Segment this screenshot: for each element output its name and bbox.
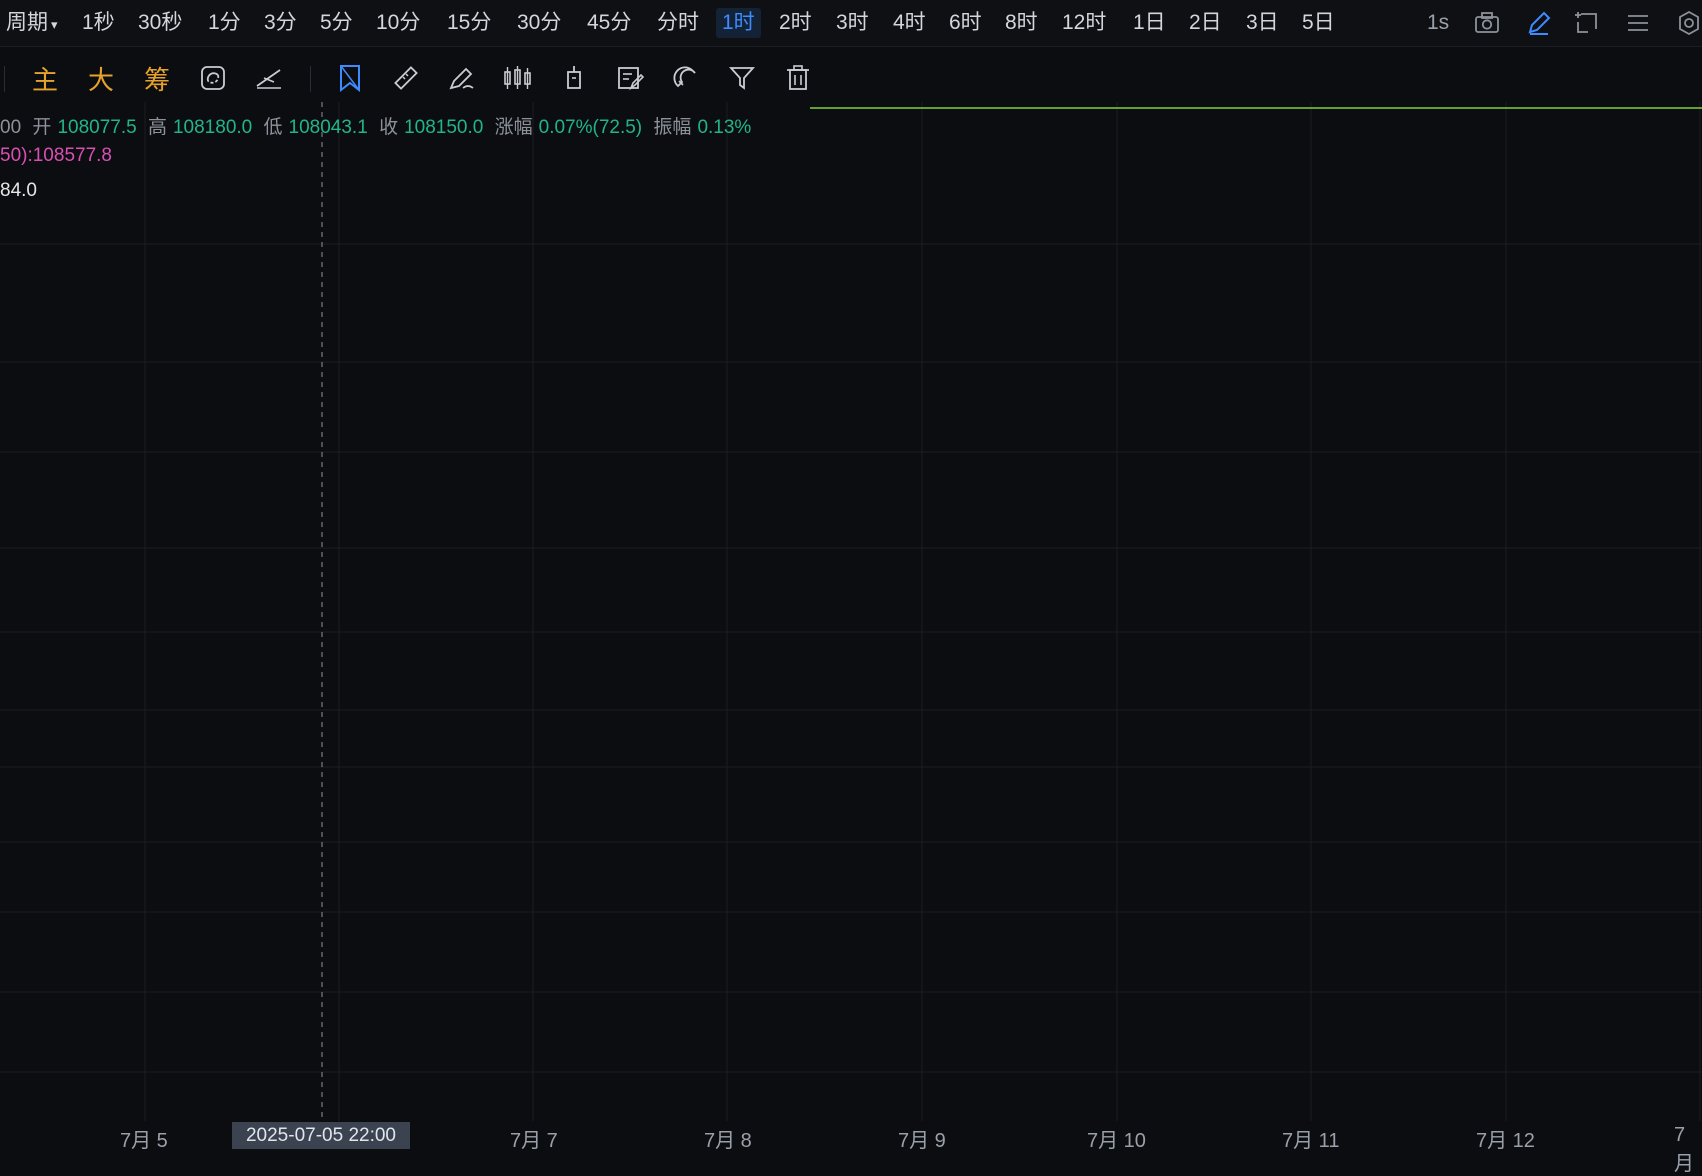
- brush-icon[interactable]: [444, 60, 480, 96]
- period-tab-11[interactable]: 1时: [716, 8, 761, 38]
- crosshair-time-tag: 2025-07-05 22:00: [232, 1122, 410, 1149]
- period-tab-label: 3分: [264, 11, 297, 34]
- gear-icon[interactable]: [1676, 10, 1702, 40]
- period-tab-label: 1秒: [82, 11, 115, 34]
- big-order-button[interactable]: 大: [83, 60, 119, 96]
- period-tab-3[interactable]: 1分: [202, 8, 247, 38]
- change-label: 涨幅: [494, 117, 533, 138]
- close-value: 108150.0: [404, 117, 484, 138]
- cycle-tool-icon[interactable]: [195, 60, 231, 96]
- period-tab-19[interactable]: 2日: [1183, 8, 1228, 38]
- period-tab-label: 8时: [1005, 11, 1038, 34]
- period-tab-label: 2日: [1189, 11, 1222, 34]
- low-label: 低: [263, 117, 283, 138]
- filter-icon[interactable]: [724, 60, 760, 96]
- period-tab-18[interactable]: 1日: [1127, 8, 1172, 38]
- open-label: 开: [32, 117, 52, 138]
- period-tab-17[interactable]: 12时: [1056, 8, 1112, 38]
- chip-distribution-button[interactable]: 筹: [139, 60, 175, 96]
- period-tab-label: 45分: [587, 11, 632, 34]
- period-tab-1[interactable]: 1秒: [76, 8, 121, 38]
- period-tab-label: 10分: [376, 11, 421, 34]
- period-tab-label: 15分: [447, 11, 492, 34]
- candle-type-icon[interactable]: [500, 60, 536, 96]
- toolbar-divider: [4, 66, 5, 92]
- period-tab-12[interactable]: 2时: [773, 8, 818, 38]
- period-tab-9[interactable]: 45分: [581, 8, 637, 38]
- period-tab-label: 5日: [1302, 11, 1335, 34]
- period-tab-16[interactable]: 8时: [999, 8, 1044, 38]
- period-tab-label: 1时: [722, 11, 755, 34]
- ohlc-info-line: 00 开 108077.5 高 108180.0 低 108043.1 收 108150…: [0, 112, 757, 139]
- period-tab-20[interactable]: 3日: [1240, 8, 1285, 38]
- period-tab-label: 30分: [517, 11, 562, 34]
- period-tab-label: 12时: [1062, 11, 1107, 34]
- x-axis-label: 7月: [1674, 1124, 1694, 1175]
- period-tab-4[interactable]: 3分: [258, 8, 303, 38]
- ruler-icon[interactable]: [388, 60, 424, 96]
- magnet-icon[interactable]: [668, 60, 704, 96]
- period-tab-6[interactable]: 10分: [370, 8, 426, 38]
- list-settings-icon[interactable]: [1626, 12, 1650, 42]
- period-tab-15[interactable]: 6时: [943, 8, 988, 38]
- high-value: 108180.0: [172, 117, 253, 138]
- notes-edit-icon[interactable]: [612, 60, 648, 96]
- period-tab-10[interactable]: 分时: [651, 8, 705, 38]
- camera-icon[interactable]: [1474, 12, 1500, 42]
- main-indicator-button[interactable]: 主: [27, 60, 63, 96]
- period-tab-21[interactable]: 5日: [1296, 8, 1341, 38]
- period-tab-13[interactable]: 3时: [830, 8, 875, 38]
- magnet-draw-icon[interactable]: [332, 60, 368, 96]
- toolbar-divider: [310, 66, 311, 92]
- change-value: 0.07%(72.5): [538, 117, 643, 138]
- period-tab-label: 3日: [1246, 11, 1279, 34]
- amplitude-label: 振幅: [653, 117, 692, 138]
- period-tab-label: 6时: [949, 11, 982, 34]
- trend-tool-icon[interactable]: [251, 60, 287, 96]
- chevron-down-icon: ▾: [51, 17, 58, 32]
- period-tab-5[interactable]: 5分: [314, 8, 359, 38]
- ma-readout-slow: 84.0: [0, 180, 37, 201]
- period-tab-2[interactable]: 30秒: [132, 8, 188, 38]
- period-tab-label: 1分: [208, 11, 241, 34]
- drawing-toolbar: 主 大 筹: [0, 56, 1702, 102]
- candlestick-chart[interactable]: 110111.3109070.1108271.4106685.5105635.2: [0, 102, 1702, 1121]
- period-tab-7[interactable]: 15分: [441, 8, 497, 38]
- period-tab-label: 3时: [836, 11, 869, 34]
- close-label: 收: [379, 117, 399, 138]
- period-tab-label: 1日: [1133, 11, 1166, 34]
- period-tab-8[interactable]: 30分: [511, 8, 567, 38]
- low-value: 108043.1: [288, 117, 368, 138]
- amplitude-value: 0.13%: [697, 117, 752, 138]
- info-prefix: 00: [0, 117, 22, 138]
- period-tab-label: 分时: [657, 11, 699, 34]
- trash-icon[interactable]: [780, 60, 816, 96]
- period-tab-label: 周期: [6, 11, 48, 34]
- period-tab-14[interactable]: 4时: [887, 8, 932, 38]
- period-tab-label: 5分: [320, 11, 353, 34]
- period-bar: 周期 ▾ 1秒 30秒 1分 3分 5分 10分 15分 30分 45分 分时 1时 2时 3时 4时 6时 8时…: [0, 0, 1702, 47]
- period-tab-0[interactable]: 周期 ▾: [0, 8, 64, 38]
- period-tab-label: 4时: [893, 11, 926, 34]
- interval-label[interactable]: 1s: [1427, 8, 1449, 38]
- bar-indicator-icon[interactable]: [556, 60, 592, 96]
- pencil-icon[interactable]: [1526, 10, 1552, 40]
- add-window-icon[interactable]: [1574, 10, 1600, 40]
- open-value: 108077.5: [57, 117, 137, 138]
- high-label: 高: [147, 117, 167, 138]
- period-tab-label: 2时: [779, 11, 812, 34]
- period-tab-label: 30秒: [138, 11, 183, 34]
- ma-readout-mid: 50):108577.8: [0, 145, 112, 166]
